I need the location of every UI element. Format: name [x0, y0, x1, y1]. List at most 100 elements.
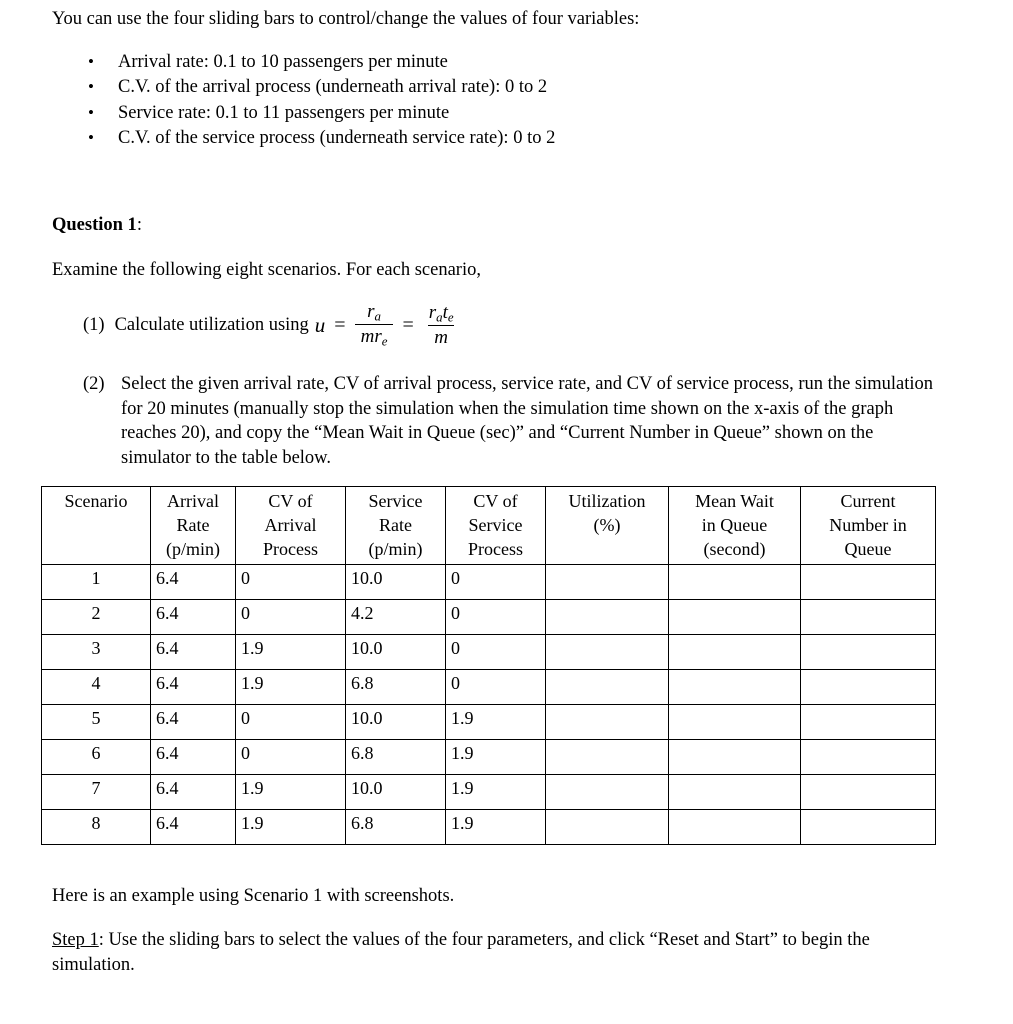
cell-current-number[interactable]: [800, 634, 936, 670]
cell-cv-arrival: 0: [235, 739, 346, 775]
var-m: m: [360, 326, 375, 348]
question-heading: Question 1:: [52, 213, 142, 237]
table-row: 8 6.4 1.9 6.8 1.9: [41, 809, 936, 845]
cell-cv-arrival: 0: [235, 564, 346, 600]
cell-cv-service: 0: [445, 564, 546, 600]
cell-arrival-rate: 6.4: [150, 704, 236, 740]
fraction-1-denominator: mre: [354, 324, 394, 349]
cell-current-number[interactable]: [800, 669, 936, 705]
sub-a: a: [374, 308, 381, 324]
list-item: Service rate: 0.1 to 11 passengers per m…: [88, 100, 555, 126]
column-header-current-number: Current Number in Queue: [800, 486, 936, 565]
cell-mean-wait[interactable]: [668, 634, 801, 670]
cell-mean-wait[interactable]: [668, 704, 801, 740]
cell-cv-arrival: 0: [235, 599, 346, 635]
cell-cv-service: 1.9: [445, 704, 546, 740]
cell-cv-service: 1.9: [445, 774, 546, 810]
table-body: 1 6.4 0 10.0 0 2 6.4 0 4.2 0 3 6.4 1.9 1…: [41, 564, 936, 845]
list-item: C.V. of the arrival process (underneath …: [88, 74, 555, 100]
item-1-text: Calculate utilization using: [114, 315, 309, 336]
cell-current-number[interactable]: [800, 599, 936, 635]
numbered-item-2: (2) Select the given arrival rate, CV of…: [83, 372, 943, 470]
question-heading-colon: :: [136, 215, 142, 235]
cell-utilization[interactable]: [545, 739, 669, 775]
formula-fraction-1: ra mre: [354, 302, 394, 349]
question-heading-label: Question 1: [52, 215, 137, 235]
cell-cv-service: 1.9: [445, 809, 546, 845]
numbered-item-1: (1) Calculate utilization using u = ra m…: [83, 302, 460, 348]
cell-service-rate: 6.8: [345, 809, 446, 845]
cell-scenario: 8: [41, 809, 151, 845]
cell-current-number[interactable]: [800, 704, 936, 740]
cell-current-number[interactable]: [800, 774, 936, 810]
variable-list: Arrival rate: 0.1 to 10 passengers per m…: [52, 49, 555, 152]
cell-mean-wait[interactable]: [668, 774, 801, 810]
table-row: 2 6.4 0 4.2 0: [41, 599, 936, 635]
cell-utilization[interactable]: [545, 599, 669, 635]
cell-arrival-rate: 6.4: [150, 564, 236, 600]
item-2-number: (2): [83, 374, 105, 394]
sub-e: e: [381, 333, 388, 349]
cell-utilization[interactable]: [545, 774, 669, 810]
utilization-formula: u = ra mre = rate m: [315, 302, 460, 348]
cell-mean-wait[interactable]: [668, 564, 801, 600]
cell-cv-arrival: 0: [235, 704, 346, 740]
cell-service-rate: 10.0: [345, 634, 446, 670]
cell-cv-service: 1.9: [445, 739, 546, 775]
cell-scenario: 3: [41, 634, 151, 670]
cell-cv-service: 0: [445, 599, 546, 635]
formula-equals-2: =: [402, 314, 414, 337]
cell-scenario: 6: [41, 739, 151, 775]
cell-mean-wait[interactable]: [668, 739, 801, 775]
scenario-table: Scenario Arrival Rate (p/min) CV of Arri…: [41, 486, 936, 845]
cell-service-rate: 4.2: [345, 599, 446, 635]
intro-paragraph: You can use the four sliding bars to con…: [52, 9, 640, 29]
fraction-2-denominator: m: [428, 324, 455, 348]
formula-equals-1: =: [334, 314, 346, 337]
table-row: 1 6.4 0 10.0 0: [41, 564, 936, 600]
cell-scenario: 2: [41, 599, 151, 635]
cell-arrival-rate: 6.4: [150, 634, 236, 670]
document-page: You can use the four sliding bars to con…: [0, 0, 1013, 1024]
cell-mean-wait[interactable]: [668, 669, 801, 705]
cell-mean-wait[interactable]: [668, 809, 801, 845]
cell-arrival-rate: 6.4: [150, 599, 236, 635]
cell-service-rate: 10.0: [345, 564, 446, 600]
column-header-mean-wait: Mean Wait in Queue (second): [668, 486, 801, 565]
cell-utilization[interactable]: [545, 634, 669, 670]
cell-current-number[interactable]: [800, 739, 936, 775]
item-2-text: Select the given arrival rate, CV of arr…: [121, 374, 934, 468]
cell-scenario: 5: [41, 704, 151, 740]
list-item: C.V. of the service process (underneath …: [88, 125, 555, 151]
cell-service-rate: 10.0: [345, 704, 446, 740]
cell-service-rate: 6.8: [345, 739, 446, 775]
cell-utilization[interactable]: [545, 564, 669, 600]
cell-scenario: 1: [41, 564, 151, 600]
cell-cv-service: 0: [445, 669, 546, 705]
cell-cv-arrival: 1.9: [235, 634, 346, 670]
cell-service-rate: 6.8: [345, 669, 446, 705]
cell-utilization[interactable]: [545, 704, 669, 740]
cell-cv-arrival: 1.9: [235, 774, 346, 810]
fraction-2-numerator: rate: [423, 302, 460, 325]
cell-cv-service: 0: [445, 634, 546, 670]
cell-mean-wait[interactable]: [668, 599, 801, 635]
cell-cv-arrival: 1.9: [235, 669, 346, 705]
cell-service-rate: 10.0: [345, 774, 446, 810]
cell-scenario: 4: [41, 669, 151, 705]
cell-utilization[interactable]: [545, 809, 669, 845]
table-row: 6 6.4 0 6.8 1.9: [41, 739, 936, 775]
cell-current-number[interactable]: [800, 809, 936, 845]
cell-utilization[interactable]: [545, 669, 669, 705]
cell-scenario: 7: [41, 774, 151, 810]
formula-fraction-2: rate m: [423, 302, 460, 348]
cell-arrival-rate: 6.4: [150, 809, 236, 845]
column-header-arrival-rate: Arrival Rate (p/min): [150, 486, 236, 565]
cell-current-number[interactable]: [800, 564, 936, 600]
cell-arrival-rate: 6.4: [150, 774, 236, 810]
examine-paragraph: Examine the following eight scenarios. F…: [52, 260, 481, 280]
step-1-label: Step 1: [52, 930, 99, 950]
column-header-utilization: Utilization (%): [545, 486, 669, 565]
column-header-scenario: Scenario: [41, 486, 151, 565]
table-row: 5 6.4 0 10.0 1.9: [41, 704, 936, 740]
